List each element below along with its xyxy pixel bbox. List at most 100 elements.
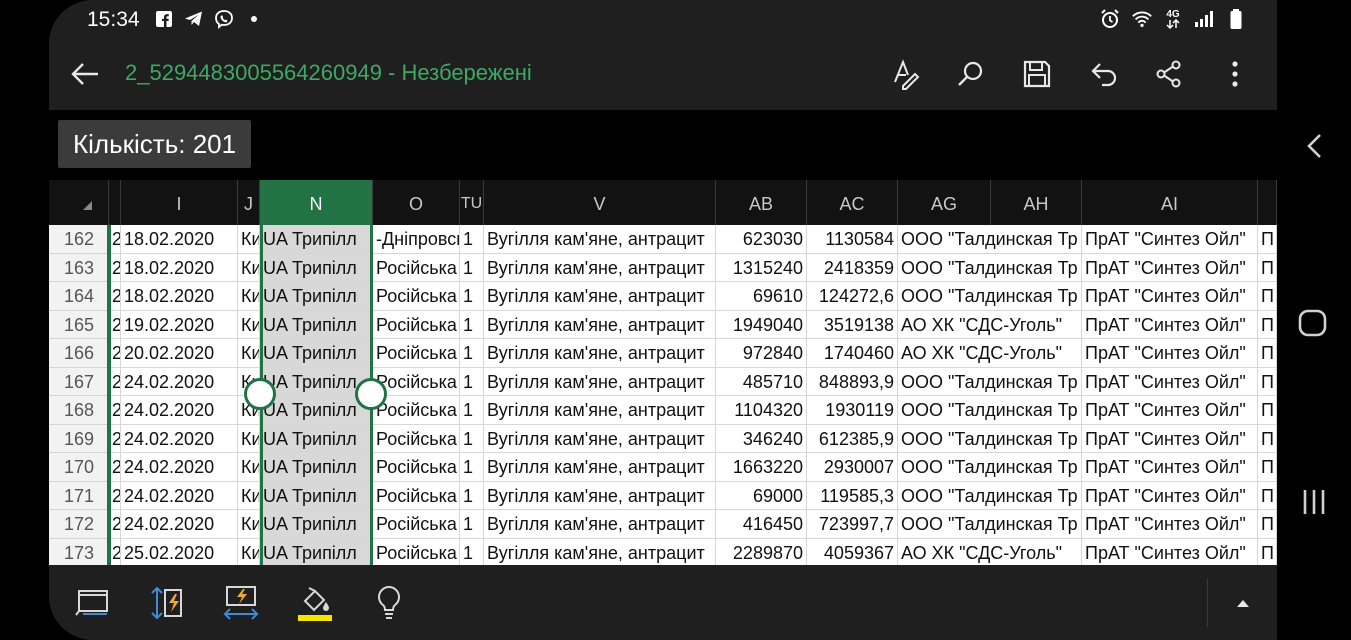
cell-j[interactable]: Ки [238,510,260,539]
back-button[interactable] [63,54,107,94]
cell-ag[interactable]: ООО "Талдинская Тр [898,481,1082,510]
cell-n[interactable]: UA Трипілл [260,225,373,254]
cell-ac[interactable]: 848893,9 [807,367,898,396]
cell-ai[interactable]: ПрАТ "Синтез Ойл" [1082,453,1258,482]
cell-i[interactable]: 24.02.2020 [121,367,238,396]
cell-next[interactable]: П [1258,225,1277,254]
cell-next[interactable]: П [1258,282,1277,311]
cell-ac[interactable]: 119585,3 [807,481,898,510]
column-header-ab[interactable]: AB [716,180,807,225]
cell-i[interactable]: 18.02.2020 [121,282,238,311]
spreadsheet-grid[interactable]: I J N O TU V AB AC AG AH AI 162218.02.20… [49,180,1277,565]
cell-ab[interactable]: 69610 [716,282,807,311]
cell-ab[interactable]: 1949040 [716,310,807,339]
cell-o[interactable]: -Дніпровсь [373,225,460,254]
cell-next[interactable]: П [1258,453,1277,482]
row-number[interactable]: 172 [49,510,109,539]
cell-next[interactable]: П [1258,481,1277,510]
cell-ab[interactable]: 69000 [716,481,807,510]
cell-j[interactable]: Ки [238,538,260,565]
cell-next[interactable]: П [1258,396,1277,425]
cell-next[interactable]: П [1258,253,1277,282]
cell-ac[interactable]: 1130584 [807,225,898,254]
cell-tu[interactable]: 1 [460,453,484,482]
draw-button[interactable] [883,52,927,96]
column-header-n[interactable]: N [260,180,373,225]
cell-ai[interactable]: ПрАТ "Синтез Ойл" [1082,225,1258,254]
cell-ai[interactable]: ПрАТ "Синтез Ойл" [1082,339,1258,368]
cell-v[interactable]: Вугілля кам'яне, антрацит [484,253,716,282]
cell-ai[interactable]: ПрАТ "Синтез Ойл" [1082,481,1258,510]
cell-next[interactable]: П [1258,510,1277,539]
tell-me-button[interactable] [367,581,411,625]
cell-n[interactable]: UA Трипілл [260,424,373,453]
cell-tu[interactable]: 1 [460,510,484,539]
cell-v[interactable]: Вугілля кам'яне, антрацит [484,367,716,396]
row-number[interactable]: 171 [49,481,109,510]
cell-next[interactable]: П [1258,310,1277,339]
cell-ag[interactable]: ООО "Талдинская Тр [898,424,1082,453]
cell-ag[interactable]: ООО "Талдинская Тр [898,253,1082,282]
selection-handle-right[interactable] [355,378,387,410]
cell-v[interactable]: Вугілля кам'яне, антрацит [484,510,716,539]
cell-ac[interactable]: 3519138 [807,310,898,339]
cell-tu[interactable]: 1 [460,367,484,396]
row-number[interactable]: 168 [49,396,109,425]
cell-n[interactable]: UA Трипілл [260,538,373,565]
row-number[interactable]: 164 [49,282,109,311]
cell-ag[interactable]: ООО "Талдинская Тр [898,396,1082,425]
cell-v[interactable]: Вугілля кам'яне, антрацит [484,424,716,453]
cell-i[interactable]: 24.02.2020 [121,481,238,510]
column-header-i[interactable]: I [121,180,238,225]
cell-ac[interactable]: 4059367 [807,538,898,565]
cell-j[interactable]: Ки [238,481,260,510]
cell-i[interactable]: 24.02.2020 [121,453,238,482]
more-options-button[interactable] [1213,52,1257,96]
cell-v[interactable]: Вугілля кам'яне, антрацит [484,225,716,254]
cell-ac[interactable]: 1930119 [807,396,898,425]
column-header-ac[interactable]: AC [807,180,898,225]
cell-i[interactable]: 24.02.2020 [121,510,238,539]
cell-o[interactable]: Російська Ф [373,481,460,510]
save-button[interactable] [1015,52,1059,96]
freeze-panes-button[interactable] [71,581,115,625]
cell-ag[interactable]: ООО "Талдинская Тр [898,367,1082,396]
cell-v[interactable]: Вугілля кам'яне, антрацит [484,481,716,510]
cell-ac[interactable]: 612385,9 [807,424,898,453]
cell-o[interactable]: Російська Ф [373,510,460,539]
cell-tu[interactable]: 1 [460,339,484,368]
cell-next[interactable]: П [1258,367,1277,396]
cell-n[interactable]: UA Трипілл [260,253,373,282]
cell-o[interactable]: Російська Ф [373,253,460,282]
cell-ai[interactable]: ПрАТ "Синтез Ойл" [1082,282,1258,311]
cell-ai[interactable]: ПрАТ "Синтез Ойл" [1082,538,1258,565]
expand-ribbon-button[interactable] [1221,585,1265,621]
cell-ag[interactable]: ООО "Талдинская Тр [898,282,1082,311]
selection-handle-left[interactable] [244,378,276,410]
cell-tu[interactable]: 1 [460,225,484,254]
autofit-column-button[interactable] [219,581,263,625]
cell-next[interactable]: П [1258,538,1277,565]
cell-ab[interactable]: 416450 [716,510,807,539]
row-number[interactable]: 162 [49,225,109,254]
cell-o[interactable]: Російська Ф [373,538,460,565]
cell-ab[interactable]: 1104320 [716,396,807,425]
column-header-tu[interactable]: TU [460,180,484,225]
row-number[interactable]: 173 [49,538,109,565]
cell-ab[interactable]: 2289870 [716,538,807,565]
cell-n[interactable]: UA Трипілл [260,310,373,339]
cell-n[interactable]: UA Трипілл [260,510,373,539]
column-header-ag[interactable]: AG [898,180,991,225]
cell-j[interactable]: Ки [238,424,260,453]
column-header-o[interactable]: O [373,180,460,225]
cell-i[interactable]: 25.02.2020 [121,538,238,565]
cell-ag[interactable]: ООО "Талдинская Тр [898,453,1082,482]
cell-ab[interactable]: 1663220 [716,453,807,482]
cell-tu[interactable]: 1 [460,424,484,453]
cell-i[interactable]: 19.02.2020 [121,310,238,339]
row-number[interactable]: 170 [49,453,109,482]
cell-j[interactable]: Ки [238,225,260,254]
cell-v[interactable]: Вугілля кам'яне, антрацит [484,396,716,425]
select-all-corner[interactable] [49,180,109,225]
cell-ab[interactable]: 485710 [716,367,807,396]
